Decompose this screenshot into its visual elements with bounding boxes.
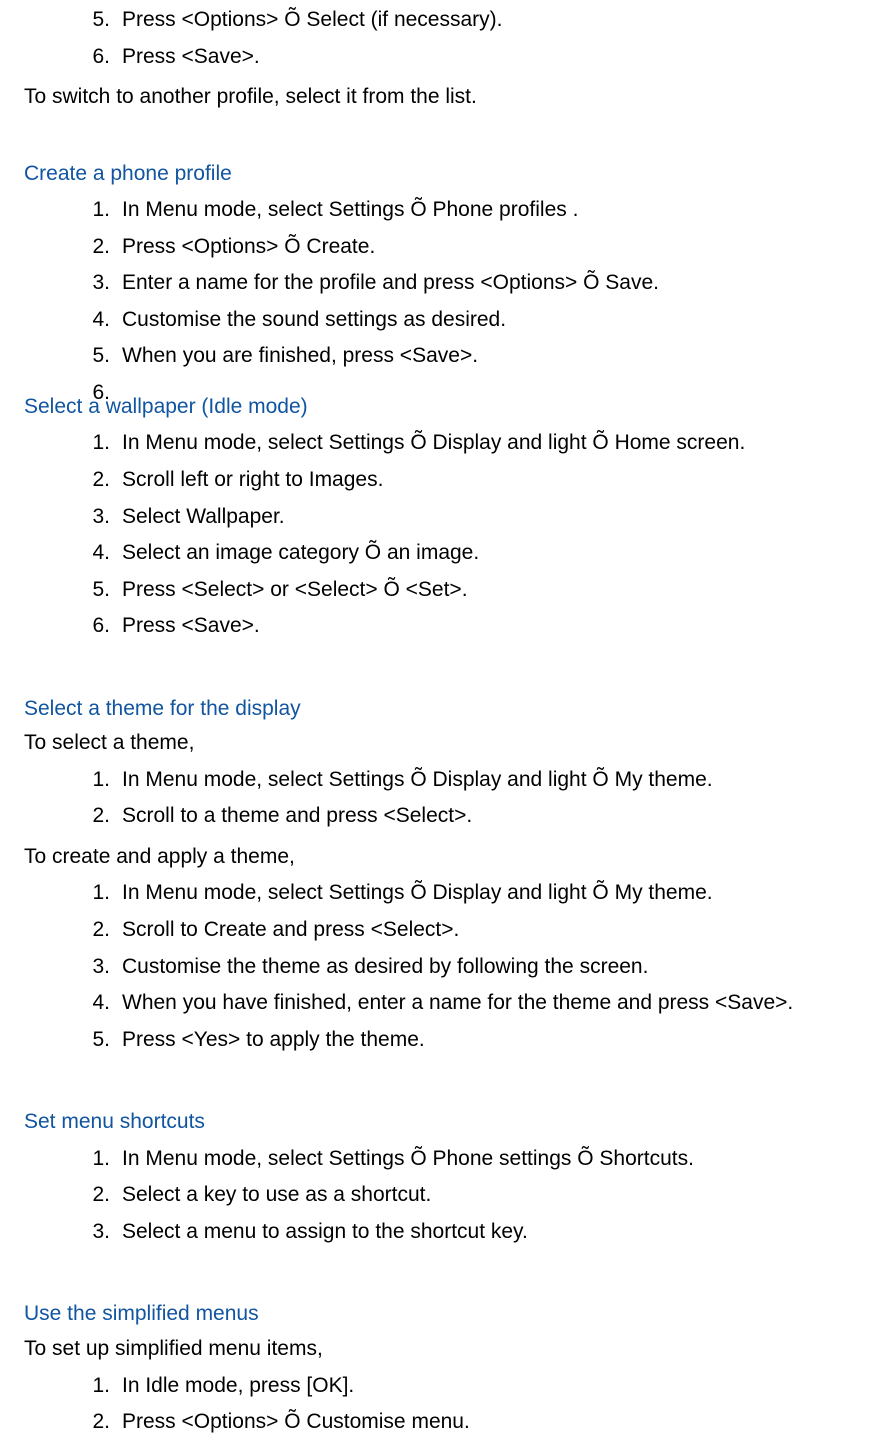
list-number: 4. [82,987,110,1020]
list-number: 4. [82,304,110,337]
list-number: 5. [82,574,110,607]
ordered-list: 1. In Menu mode, select Settings Õ Displa… [82,877,855,1056]
list-item-text: Press <Select> or <Select> Õ <Set>. [122,578,468,601]
ordered-list: 1. In Menu mode, select Settings Õ Displa… [82,427,855,642]
list-item: 2. Scroll to Create and press <Select>. [82,914,855,947]
list-item: 4. Select an image category Õ an image. [82,537,855,570]
list-number: 1. [82,1370,110,1403]
list-item: 4. When you have finished, enter a name f… [82,987,855,1020]
list-number: 1. [82,194,110,227]
spacer [24,116,855,140]
list-item-text: In Menu mode, select Settings Õ Display … [122,881,713,904]
list-item-text: Press <Options> Õ Select (if necessary). [122,8,502,31]
list-item-text: Press <Options> Õ Customise menu. [122,1410,470,1433]
list-number: 1. [82,877,110,910]
list-number: 1. [82,764,110,797]
list-item-text: Select Wallpaper. [122,505,285,528]
list-item-text: Select a key to use as a shortcut. [122,1183,431,1206]
list-item: 6. Press <Save>. [82,610,855,643]
list-item-text: Customise the theme as desired by follow… [122,955,648,978]
list-item: 1. In Idle mode, press [OK]. [82,1370,855,1403]
list-number: 6. [82,41,110,74]
list-item-text: When you have finished, enter a name for… [122,991,793,1014]
list-number: 5. [82,340,110,373]
list-item: 1. In Menu mode, select Settings Õ Phone … [82,1143,855,1176]
list-item: 5. When you are finished, press <Save>. [82,340,855,373]
list-item: 2. Press <Options> Õ Create. [82,231,855,264]
list-item: 5. Press <Options> Õ Select (if necessary… [82,4,855,37]
section-heading: Use the simplified menus [24,1298,855,1331]
ordered-list: 1. In Menu mode, select Settings Õ Phone … [82,1143,855,1249]
section-heading: Create a phone profile [24,158,855,191]
list-number: 2. [82,1406,110,1439]
ordered-list: 1. In Menu mode, select Settings Õ Phone … [82,194,855,373]
list-item: 6. Press <Save>. [82,41,855,74]
list-item: 4. Customise the sound settings as desire… [82,304,855,337]
list-item: 3. Select a menu to assign to the shortcu… [82,1216,855,1249]
document-body: 5. Press <Options> Õ Select (if necessary… [24,4,855,1439]
section-heading: Set menu shortcuts [24,1106,855,1139]
list-item-text: Scroll to Create and press <Select>. [122,918,459,941]
section-heading: Select a wallpaper (Idle mode) [24,391,855,424]
list-item-text: Press <Options> Õ Create. [122,235,375,258]
spacer [24,1064,855,1088]
list-item: 2. Scroll left or right to Images. [82,464,855,497]
list-number: 6. [82,377,110,410]
list-number: 2. [82,914,110,947]
list-number: 4. [82,537,110,570]
list-number: 3. [82,1216,110,1249]
list-item: 3. Enter a name for the profile and press… [82,267,855,300]
list-item-text: In Menu mode, select Settings Õ Display … [122,431,745,454]
spacer [24,1256,855,1280]
list-item-text: In Idle mode, press [OK]. [122,1374,354,1397]
list-item-text: In Menu mode, select Settings Õ Display … [122,768,713,791]
body-text: To create and apply a theme, [24,841,855,874]
list-item-text: In Menu mode, select Settings Õ Phone pr… [122,198,578,221]
ordered-list: 1. In Idle mode, press [OK]. 2. Press <Opti… [82,1370,855,1439]
ordered-list: 1. In Menu mode, select Settings Õ Displa… [82,764,855,833]
list-number: 3. [82,951,110,984]
list-item: 1. In Menu mode, select Settings Õ Displa… [82,764,855,797]
list-item-text: Customise the sound settings as desired. [122,308,506,331]
list-number: 1. [82,427,110,460]
list-item: 2. Press <Options> Õ Customise menu. [82,1406,855,1439]
list-number: 5. [82,4,110,37]
spacer [24,651,855,675]
list-item: 1. In Menu mode, select Settings Õ Phone … [82,194,855,227]
list-number: 6. [82,610,110,643]
list-item-text: Scroll left or right to Images. [122,468,383,491]
ordered-list: 5. Press <Options> Õ Select (if necessary… [82,4,855,73]
list-number: 2. [82,464,110,497]
list-item: 5. Press <Yes> to apply the theme. [82,1024,855,1057]
body-text: To select a theme, [24,727,855,760]
list-item: 5. Press <Select> or <Select> Õ <Set>. [82,574,855,607]
list-number: 3. [82,501,110,534]
list-item-text: Scroll to a theme and press <Select>. [122,804,472,827]
list-number: 2. [82,231,110,264]
list-number: 2. [82,800,110,833]
list-number: 1. [82,1143,110,1176]
list-number: 3. [82,267,110,300]
list-item: 1. In Menu mode, select Settings Õ Displa… [82,877,855,910]
list-item: 3. Select Wallpaper. [82,501,855,534]
list-item-text: Press <Save>. [122,45,260,68]
list-number: 5. [82,1024,110,1057]
list-item-text: When you are finished, press <Save>. [122,344,478,367]
list-item-text: In Menu mode, select Settings Õ Phone se… [122,1147,694,1170]
list-item-text: Select a menu to assign to the shortcut … [122,1220,528,1243]
list-item: 3. Customise the theme as desired by foll… [82,951,855,984]
body-text: To switch to another profile, select it … [24,81,855,114]
list-number: 2. [82,1179,110,1212]
list-item-text: Enter a name for the profile and press <… [122,271,659,294]
list-item: 2. Select a key to use as a shortcut. [82,1179,855,1212]
list-item: 1. In Menu mode, select Settings Õ Displa… [82,427,855,460]
list-item-text: Press <Save>. [122,614,260,637]
body-text: To set up simplified menu items, [24,1333,855,1366]
list-item: 2. Scroll to a theme and press <Select>. [82,800,855,833]
section-heading: Select a theme for the display [24,693,855,726]
list-item-text: Press <Yes> to apply the theme. [122,1028,425,1051]
list-item-text: Select an image category Õ an image. [122,541,479,564]
